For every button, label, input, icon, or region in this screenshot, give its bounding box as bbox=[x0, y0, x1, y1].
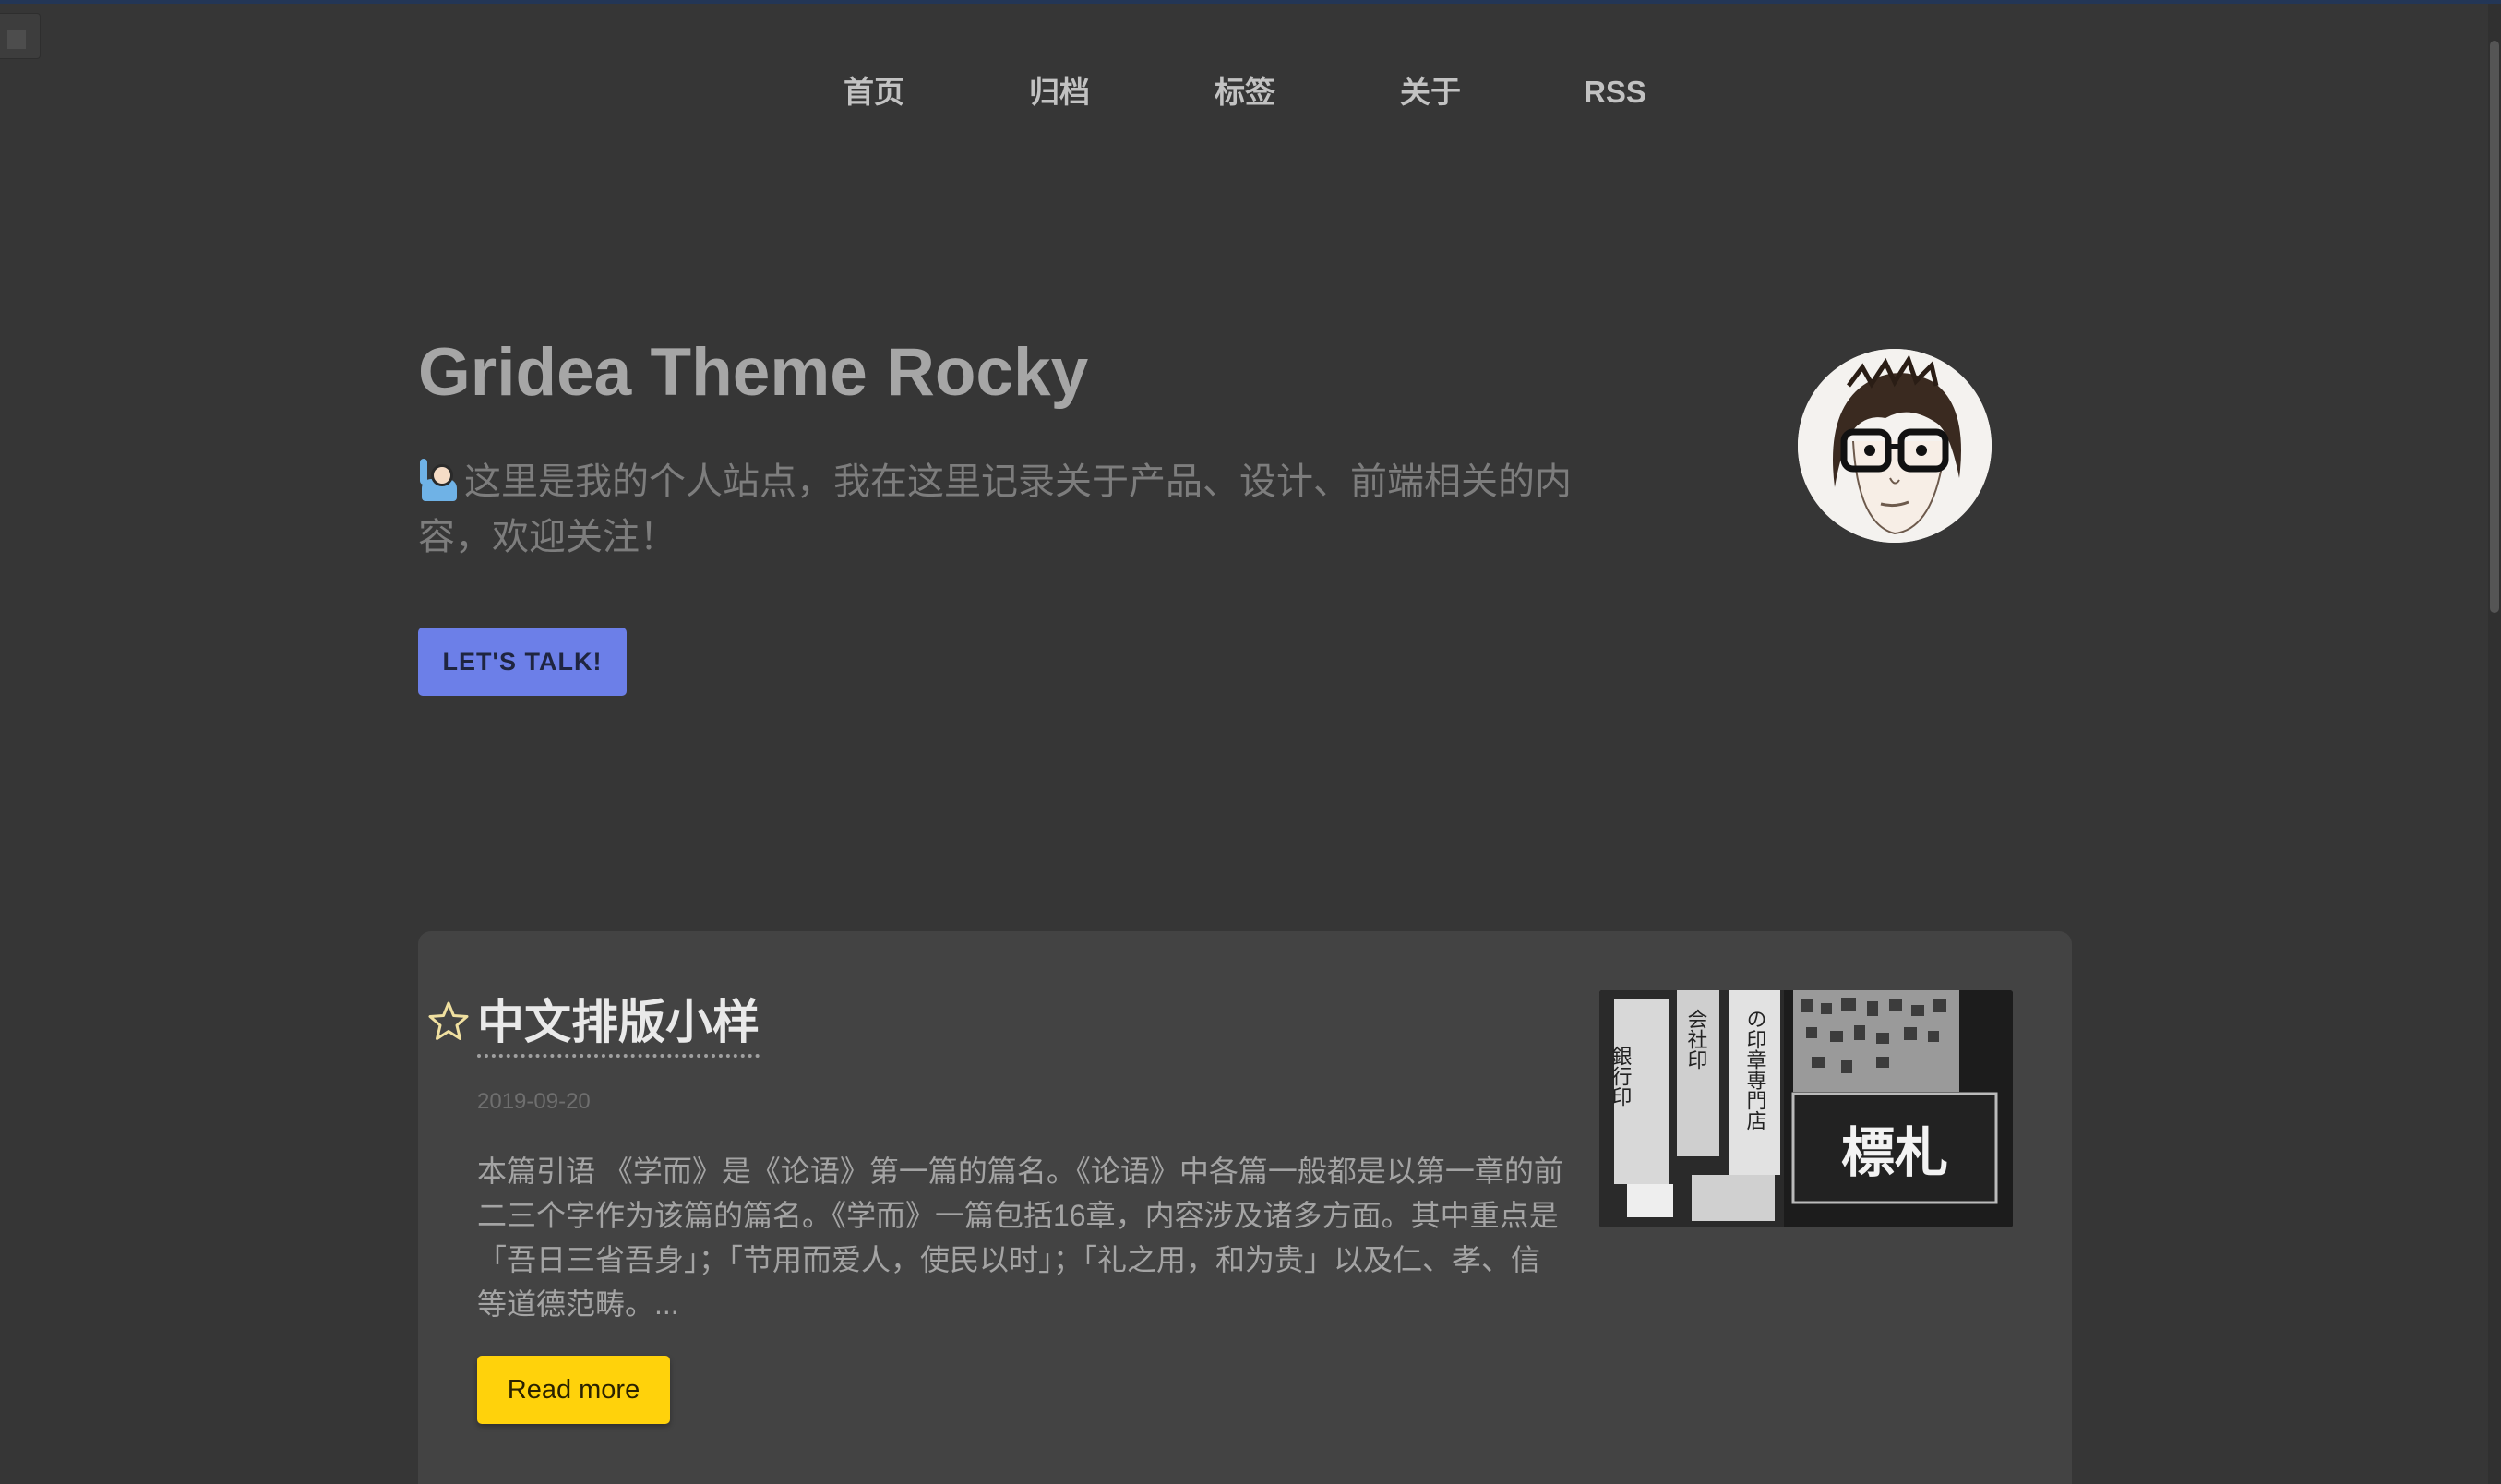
signboard-photo-icon: 標札 銀行印 会社印 の印章専門店 bbox=[1599, 990, 2013, 1227]
vertical-scrollbar[interactable] bbox=[2488, 4, 2501, 1484]
nav-item-rss[interactable]: RSS bbox=[1584, 68, 1646, 116]
nav-item-tags[interactable]: 标签 bbox=[1215, 68, 1275, 116]
post-date: 2019-09-20 bbox=[477, 1089, 591, 1114]
thumbnail-sign-text: 標札 bbox=[1841, 1121, 1948, 1184]
site-title: Gridea Theme Rocky bbox=[418, 335, 1089, 410]
main-navigation: 首页 归档 标签 关于 RSS bbox=[0, 68, 2501, 116]
nav-item-archive[interactable]: 归档 bbox=[1029, 68, 1090, 116]
lets-talk-button[interactable]: LET'S TALK! bbox=[418, 628, 627, 696]
read-more-button[interactable]: Read more bbox=[477, 1356, 670, 1424]
avatar bbox=[1798, 349, 1992, 543]
thumbnail-sign-right: の印章専門店 bbox=[1743, 1009, 1767, 1131]
corner-toggle-button[interactable] bbox=[0, 13, 41, 59]
nav-item-about[interactable]: 关于 bbox=[1400, 68, 1461, 116]
post-thumbnail-image[interactable]: 標札 銀行印 会社印 の印章専門店 bbox=[1599, 990, 2013, 1227]
post-title-link[interactable]: 中文排版小样 bbox=[477, 993, 760, 1058]
nav-item-home[interactable]: 首页 bbox=[844, 68, 904, 116]
post-excerpt: 本篇引语 《学而》是《论语》第一篇的篇名。《论语》中各篇一般都是以第一章的前二三… bbox=[477, 1155, 1563, 1321]
window-top-border bbox=[0, 0, 2501, 4]
star-outline-icon bbox=[428, 1001, 469, 1040]
thumbnail-sign-middle: 会社印 bbox=[1684, 1009, 1708, 1070]
avatar-cartoon-glasses-icon bbox=[1798, 349, 1992, 543]
site-description: 这里是我的个人站点，我在这里记录关于产品、设计、前端相关的内容，欢迎关注！ bbox=[418, 454, 1581, 565]
scrollbar-thumb[interactable] bbox=[2490, 41, 2499, 613]
person-raising-hand-icon bbox=[418, 459, 461, 501]
site-description-text: 这里是我的个人站点，我在这里记录关于产品、设计、前端相关的内容，欢迎关注！ bbox=[418, 461, 1572, 557]
thumbnail-sign-left: 銀行印 bbox=[1609, 1046, 1633, 1107]
